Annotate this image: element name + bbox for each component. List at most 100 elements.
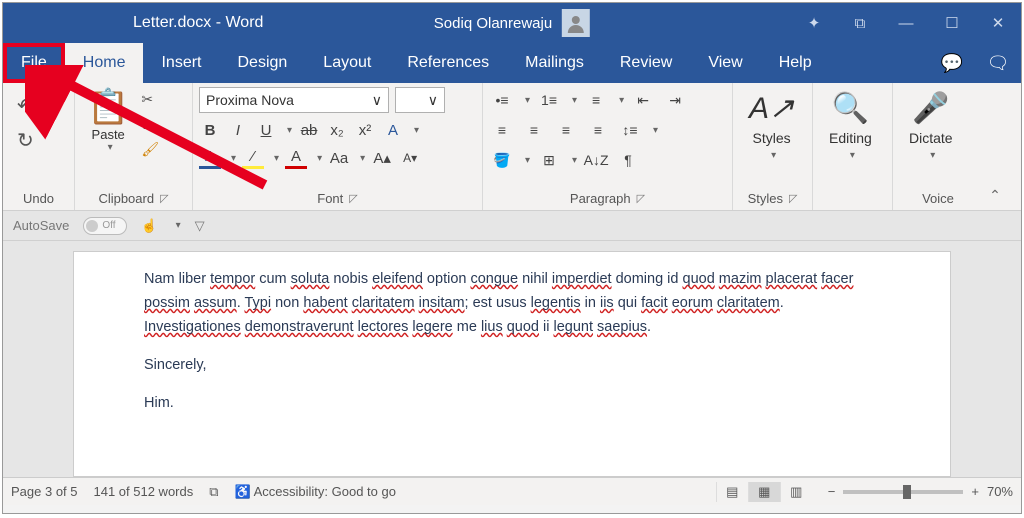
redo-button[interactable]: ↻ (17, 128, 34, 153)
align-right-button[interactable]: ≡ (553, 119, 579, 141)
paragraph-body[interactable]: Nam liber tempor cum soluta nobis eleife… (144, 268, 880, 340)
align-center-button[interactable]: ≡ (521, 119, 547, 141)
superscript-button[interactable]: x² (354, 119, 376, 141)
subscript-button[interactable]: x₂ (326, 119, 348, 141)
status-bar: Page 3 of 5 141 of 512 words ⧉ ♿ Accessi… (3, 477, 1021, 505)
view-switcher: ▤ ▦ ▥ (716, 482, 812, 502)
italic-button[interactable]: I (227, 119, 249, 141)
paste-label[interactable]: Paste (92, 127, 125, 142)
paragraph-signature[interactable]: Him. (144, 392, 880, 416)
tab-layout[interactable]: Layout (305, 43, 389, 83)
user-block[interactable]: Sodiq Olanrewaju (434, 9, 590, 37)
change-case-button[interactable]: Aa (328, 147, 350, 169)
tab-help[interactable]: Help (761, 43, 830, 83)
toggle-knob (86, 220, 98, 232)
read-mode-view[interactable]: ▤ (716, 482, 748, 502)
ribbon-display-icon[interactable]: ⧉ (837, 3, 883, 43)
underline-button[interactable]: U (255, 119, 277, 141)
autosave-toggle[interactable]: Off (83, 217, 127, 235)
tab-file[interactable]: File (3, 43, 65, 83)
comments-icon[interactable]: 💬 (929, 53, 975, 74)
font-color-button[interactable]: A (285, 147, 307, 169)
pilcrow-button[interactable]: ¶ (615, 149, 641, 171)
group-voice-label: Voice (899, 188, 977, 208)
zoom-slider[interactable] (843, 490, 963, 494)
borders-button[interactable]: ⊞ (536, 149, 562, 171)
web-layout-view[interactable]: ▥ (780, 482, 812, 502)
styles-icon: A↗ (749, 91, 794, 126)
undo-button[interactable]: ↶ (17, 93, 34, 118)
bullets-button[interactable]: •≡ (489, 89, 515, 111)
editing-button[interactable]: 🔍 Editing▾ (819, 87, 882, 165)
magic-icon[interactable]: ✦ (791, 3, 837, 43)
proofing-icon[interactable]: ⧉ (209, 484, 218, 500)
document-page[interactable]: Nam liber tempor cum soluta nobis eleife… (73, 251, 951, 477)
accessibility-status[interactable]: ♿ Accessibility: Good to go (235, 484, 396, 500)
group-voice: 🎤 Dictate▾ Voice (893, 83, 983, 210)
page-indicator[interactable]: Page 3 of 5 (11, 484, 78, 499)
tab-home[interactable]: Home (65, 43, 144, 83)
font-outline-button[interactable]: A (199, 147, 221, 169)
tab-review[interactable]: Review (602, 43, 690, 83)
highlight-button[interactable]: ⁄ (242, 147, 264, 169)
touch-mode-button[interactable]: ☝ (141, 218, 157, 234)
font-name-combo[interactable]: Proxima Nova∨ (199, 87, 389, 113)
grow-font-button[interactable]: A▴ (371, 147, 393, 169)
ribbon-tabs: File Home Insert Design Layout Reference… (3, 43, 1021, 83)
tab-references[interactable]: References (389, 43, 507, 83)
font-size-combo[interactable]: ∨ (395, 87, 445, 113)
word-count[interactable]: 141 of 512 words (94, 484, 194, 499)
zoom-value[interactable]: 70% (987, 484, 1013, 499)
paste-dropdown[interactable]: ▾ (108, 142, 113, 153)
avatar[interactable] (562, 9, 590, 37)
zoom-in-button[interactable]: + (971, 484, 979, 499)
increase-indent-button[interactable]: ⇥ (662, 89, 688, 111)
bold-button[interactable]: B (199, 119, 221, 141)
tab-view[interactable]: View (690, 43, 760, 83)
document-area[interactable]: Nam liber tempor cum soluta nobis eleife… (3, 241, 1021, 477)
copy-button[interactable]: ⧉ (141, 116, 159, 133)
share-icon[interactable]: 🗨 (975, 53, 1021, 74)
text-effects-button[interactable]: A (382, 119, 404, 141)
shading-button[interactable]: 🪣 (489, 149, 515, 171)
group-undo-label: Undo (9, 188, 68, 208)
line-spacing-button[interactable]: ↕≡ (617, 119, 643, 141)
collapse-ribbon-button[interactable]: ⌃ (983, 83, 1007, 210)
print-layout-view[interactable]: ▦ (748, 482, 780, 502)
group-font-label: Font (317, 191, 343, 206)
group-undo: ↶ ↻ Undo (3, 83, 75, 210)
styles-launcher[interactable]: ◸ (789, 192, 797, 205)
zoom-out-button[interactable]: − (828, 484, 836, 499)
group-editing-label (819, 188, 886, 208)
strike-button[interactable]: ab (298, 119, 320, 141)
styles-button[interactable]: A↗ Styles▾ (739, 87, 804, 165)
quick-access-bar: AutoSave Off ☝▾ ▽ (3, 211, 1021, 241)
tab-design[interactable]: Design (219, 43, 305, 83)
cut-button[interactable]: ✂ (141, 91, 159, 108)
zoom-slider-knob[interactable] (903, 485, 911, 499)
group-styles-label: Styles (748, 191, 783, 206)
tab-mailings[interactable]: Mailings (507, 43, 602, 83)
minimize-icon[interactable]: — (883, 3, 929, 43)
paragraph-launcher[interactable]: ◸ (637, 192, 645, 205)
tab-insert[interactable]: Insert (143, 43, 219, 83)
numbering-button[interactable]: 1≡ (536, 89, 562, 111)
user-name: Sodiq Olanrewaju (434, 15, 552, 32)
group-paragraph: •≡▾ 1≡▾ ≡▾ ⇤ ⇥ ≡ ≡ ≡ ≡ ↕≡▾ 🪣▾ ⊞▾ A↓Z (483, 83, 733, 210)
qat-customize-button[interactable]: ▽ (195, 218, 205, 234)
format-painter-button[interactable]: 🖌 (141, 141, 159, 158)
shrink-font-button[interactable]: A▾ (399, 147, 421, 169)
justify-button[interactable]: ≡ (585, 119, 611, 141)
dictate-button[interactable]: 🎤 Dictate▾ (899, 87, 963, 165)
paste-icon[interactable]: 📋 (87, 87, 129, 127)
word-window: Letter.docx - Word Sodiq Olanrewaju ✦ ⧉ … (2, 2, 1022, 514)
clipboard-launcher[interactable]: ◸ (160, 192, 168, 205)
font-launcher[interactable]: ◸ (349, 192, 357, 205)
multilevel-button[interactable]: ≡ (583, 89, 609, 111)
close-icon[interactable]: ✕ (975, 3, 1021, 43)
align-left-button[interactable]: ≡ (489, 119, 515, 141)
decrease-indent-button[interactable]: ⇤ (630, 89, 656, 111)
sort-button[interactable]: A↓Z (583, 149, 609, 171)
paragraph-closing[interactable]: Sincerely, (144, 354, 880, 378)
maximize-icon[interactable]: ☐ (929, 3, 975, 43)
